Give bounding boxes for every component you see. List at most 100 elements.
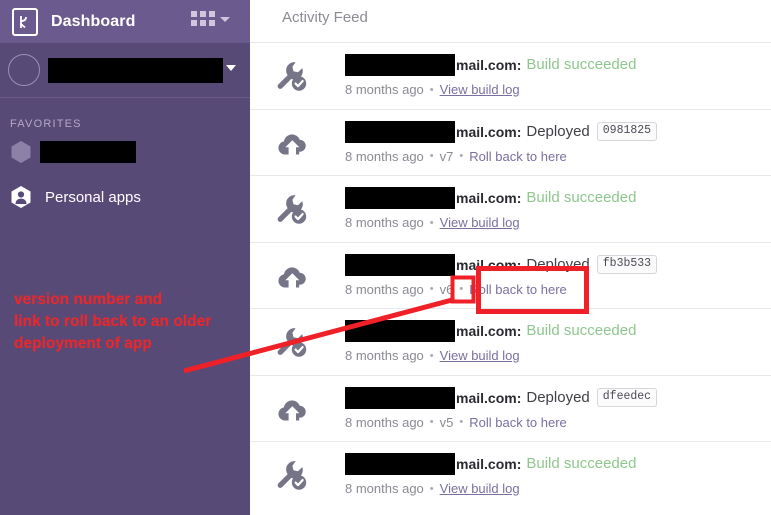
cloud-upload-icon	[276, 394, 310, 426]
user-email-suffix: mail.com	[456, 389, 517, 406]
user-email-redacted	[345, 453, 455, 475]
activity-timestamp: 8 months ago	[345, 348, 424, 363]
cloud-upload-icon	[278, 133, 306, 154]
meta-separator-dot: •	[429, 416, 434, 428]
activity-timestamp: 8 months ago	[345, 82, 424, 97]
apps-grid-menu-button[interactable]	[191, 11, 230, 26]
account-name-redacted	[48, 57, 223, 83]
activity-row-body: mail.com: Build succeeded 8 months ago • Vie…	[345, 320, 763, 363]
activity-row: mail.com: Build succeeded 8 months ago • Vie…	[250, 175, 771, 242]
cloud-upload-icon	[278, 399, 306, 420]
sidebar-item-favorite-app[interactable]	[0, 138, 250, 166]
activity-row-meta: 8 months ago • v7 • Roll back to here	[345, 149, 763, 164]
heroku-dashboard-screen: Dashboard FAVORITES Personal apps versio…	[0, 0, 771, 515]
user-email-redacted	[345, 187, 455, 209]
hexagon-icon	[11, 141, 31, 163]
user-email-redacted	[345, 253, 455, 276]
user-email-suffix: mail.com	[456, 256, 517, 273]
view-build-log-link[interactable]: View build log	[440, 215, 520, 230]
wrench-check-icon	[276, 194, 310, 226]
chevron-down-icon	[226, 65, 236, 71]
wrench-check-icon	[276, 327, 310, 359]
activity-row-meta: 8 months ago • v6 • Roll back to here	[345, 282, 763, 297]
activity-timestamp: 8 months ago	[345, 148, 424, 164]
activity-status-text: Build succeeded	[526, 189, 637, 206]
commit-hash-badge[interactable]: 0981825	[596, 122, 658, 141]
separator-colon: :	[516, 190, 522, 206]
page-title: Dashboard	[51, 12, 136, 30]
activity-timestamp: 8 months ago	[345, 414, 424, 430]
release-version-tag[interactable]: v5	[440, 415, 454, 430]
activity-row: mail.com: Build succeeded 8 months ago • Vie…	[250, 308, 771, 375]
hexagon-person-icon	[11, 186, 31, 208]
wrench-check-icon	[276, 61, 310, 93]
activity-timestamp: 8 months ago	[345, 481, 424, 496]
activity-row-body: mail.com: Deployed 0981825 8 months ago • v7 •…	[345, 120, 763, 164]
user-email-suffix: mail.com	[456, 323, 517, 339]
activity-row-headline: mail.com: Deployed dfeedec	[345, 386, 763, 409]
sidebar: Dashboard FAVORITES Personal apps versio…	[0, 0, 250, 515]
activity-row: mail.com: Deployed dfeedec 8 months ago • v5 •…	[250, 374, 771, 442]
heroku-logo-icon[interactable]	[12, 7, 38, 36]
meta-separator-dot: •	[429, 482, 434, 495]
release-version-tag[interactable]: v7	[440, 149, 454, 164]
activity-row-meta: 8 months ago • View build log	[345, 215, 763, 230]
sidebar-topbar: Dashboard	[0, 0, 250, 43]
view-build-log-link[interactable]: View build log	[440, 481, 520, 496]
view-build-log-link[interactable]: View build log	[440, 348, 520, 363]
roll-back-to-here-link[interactable]: Roll back to here	[469, 149, 567, 164]
wrench-check-icon	[277, 62, 307, 91]
avatar	[8, 54, 40, 86]
activity-row-meta: 8 months ago • View build log	[345, 481, 763, 496]
chevron-down-icon	[220, 17, 230, 22]
roll-back-to-here-link[interactable]: Roll back to here	[469, 415, 567, 430]
user-email-suffix: mail.com	[456, 123, 517, 140]
sidebar-item-personal-apps[interactable]: Personal apps	[0, 182, 250, 212]
activity-feed-list: mail.com: Build succeeded 8 months ago • Vie…	[250, 42, 771, 508]
account-switcher[interactable]	[0, 43, 250, 98]
activity-row-meta: 8 months ago • View build log	[345, 348, 763, 363]
activity-row-headline: mail.com: Deployed fb3b533	[345, 253, 763, 276]
meta-separator-dot: •	[429, 349, 434, 362]
activity-status-text: Build succeeded	[526, 455, 637, 472]
activity-row-body: mail.com: Build succeeded 8 months ago • Vie…	[345, 453, 763, 496]
activity-status-text: Build succeeded	[526, 322, 637, 339]
activity-timestamp: 8 months ago	[345, 215, 424, 230]
cloud-upload-icon	[276, 261, 310, 293]
activity-row-headline: mail.com: Build succeeded	[345, 54, 763, 76]
commit-hash-badge[interactable]: dfeedec	[596, 388, 658, 407]
wrench-check-icon	[277, 328, 307, 357]
activity-feed-title: Activity Feed	[282, 9, 368, 26]
user-email-suffix: mail.com	[456, 190, 517, 206]
separator-colon: :	[516, 57, 522, 73]
activity-row-meta: 8 months ago • View build log	[345, 82, 763, 97]
user-email-suffix: mail.com	[456, 57, 517, 73]
activity-row-meta: 8 months ago • v5 • Roll back to here	[345, 415, 763, 430]
user-email-redacted	[345, 120, 455, 143]
sidebar-item-label: Personal apps	[45, 188, 141, 206]
separator-colon: :	[516, 456, 522, 472]
cloud-upload-icon	[276, 128, 310, 160]
meta-separator-dot: •	[459, 150, 464, 162]
activity-row: mail.com: Build succeeded 8 months ago • Vie…	[250, 42, 771, 109]
wrench-check-icon	[277, 195, 307, 224]
user-email-redacted	[345, 54, 455, 76]
activity-row-headline: mail.com: Build succeeded	[345, 453, 763, 475]
activity-row-headline: mail.com: Build succeeded	[345, 187, 763, 209]
activity-row-headline: mail.com: Build succeeded	[345, 320, 763, 342]
activity-feed-panel: Activity Feed mail.com: Build succeeded 8 …	[250, 0, 771, 515]
activity-row-body: mail.com: Build succeeded 8 months ago • Vie…	[345, 187, 763, 230]
activity-status-text: Deployed	[526, 388, 590, 406]
activity-row: mail.com: Deployed 0981825 8 months ago • v7 •…	[250, 108, 771, 176]
meta-separator-dot: •	[429, 283, 434, 295]
activity-row-body: mail.com: Deployed dfeedec 8 months ago • v5 •…	[345, 386, 763, 430]
release-version-tag[interactable]: v6	[440, 282, 454, 297]
roll-back-to-here-link[interactable]: Roll back to here	[469, 282, 567, 297]
commit-hash-badge[interactable]: fb3b533	[596, 255, 658, 274]
meta-separator-dot: •	[429, 150, 434, 162]
view-build-log-link[interactable]: View build log	[440, 82, 520, 97]
wrench-check-icon	[276, 460, 310, 492]
favorites-section-label: FAVORITES	[10, 118, 82, 130]
activity-row: mail.com: Build succeeded 8 months ago • Vie…	[250, 441, 771, 508]
user-email-redacted	[345, 320, 455, 342]
